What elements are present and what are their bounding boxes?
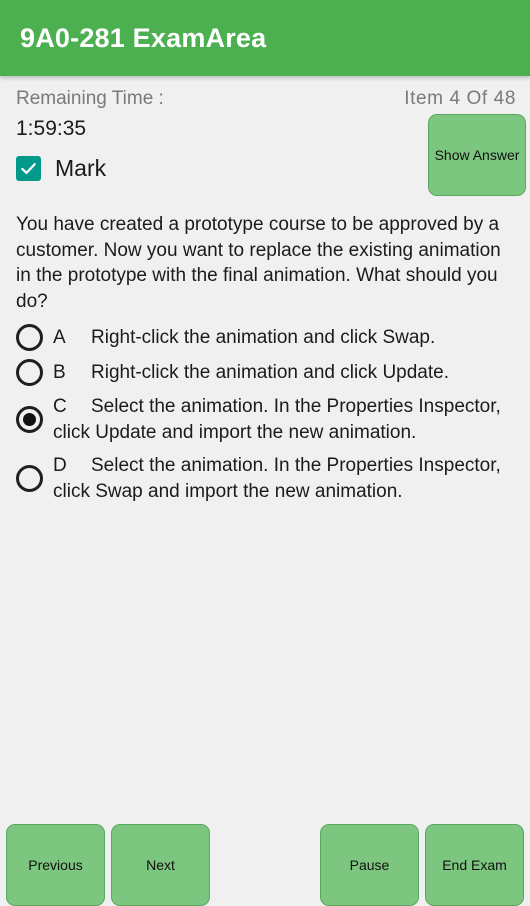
radio-button-a[interactable] xyxy=(16,324,43,351)
radio-button-c[interactable] xyxy=(16,406,43,433)
page-title: 9A0-281 ExamArea xyxy=(20,22,267,53)
item-counter: Item 4 Of 48 xyxy=(404,88,516,109)
answer-options-list: A Right-click the animation and click Swa… xyxy=(0,324,530,504)
answer-option-b-body: Right-click the animation and click Upda… xyxy=(91,361,450,383)
radio-button-d[interactable] xyxy=(16,465,43,492)
answer-option-d[interactable]: D Select the animation. In the Properties… xyxy=(16,453,516,504)
exam-meta-block: 1:59:35 Mark Show Answer xyxy=(0,110,530,206)
answer-option-c-text: C Select the animation. In the Properties… xyxy=(53,394,516,445)
radio-button-b[interactable] xyxy=(16,359,43,386)
answer-option-d-text: D Select the animation. In the Properties… xyxy=(53,453,516,504)
bottom-button-bar: Previous Next Pause End Exam xyxy=(0,824,530,906)
answer-option-a-text: A Right-click the animation and click Swa… xyxy=(53,325,435,351)
mark-checkbox[interactable] xyxy=(16,156,41,181)
answer-option-b-letter: B xyxy=(53,361,66,383)
answer-option-b[interactable]: B Right-click the animation and click Upd… xyxy=(16,359,516,386)
remaining-time-label: Remaining Time : xyxy=(16,88,164,109)
answer-option-a[interactable]: A Right-click the animation and click Swa… xyxy=(16,324,516,351)
mark-label: Mark xyxy=(55,155,107,181)
next-button[interactable]: Next xyxy=(111,824,210,906)
previous-button[interactable]: Previous xyxy=(6,824,105,906)
answer-option-a-body: Right-click the animation and click Swap… xyxy=(91,326,436,348)
end-exam-button[interactable]: End Exam xyxy=(425,824,524,906)
answer-option-a-letter: A xyxy=(53,326,66,348)
app-bar: 9A0-281 ExamArea xyxy=(0,0,530,76)
answer-option-c-body: Select the animation. In the Properties … xyxy=(53,396,501,443)
show-answer-button[interactable]: Show Answer xyxy=(428,114,526,196)
status-row: Remaining Time : Item 4 Of 48 xyxy=(0,76,530,110)
pause-button[interactable]: Pause xyxy=(320,824,419,906)
answer-option-c-letter: C xyxy=(53,396,67,417)
question-text: You have created a prototype course to b… xyxy=(16,214,501,312)
answer-option-b-text: B Right-click the animation and click Upd… xyxy=(53,360,449,386)
check-icon xyxy=(19,159,38,178)
answer-option-d-body: Select the animation. In the Properties … xyxy=(53,455,501,502)
answer-option-d-letter: D xyxy=(53,455,67,476)
answer-option-c[interactable]: C Select the animation. In the Properties… xyxy=(16,394,516,445)
